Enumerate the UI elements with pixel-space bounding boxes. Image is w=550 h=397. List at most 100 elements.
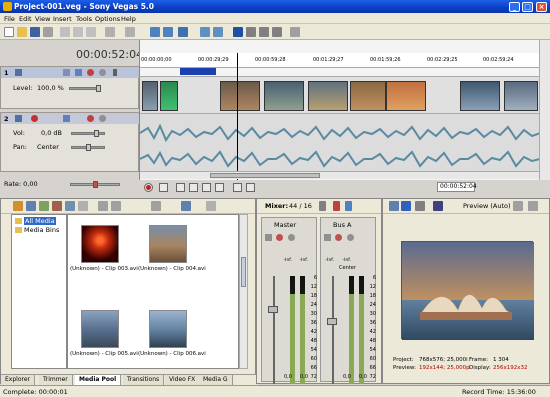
record-button[interactable] bbox=[144, 183, 153, 192]
bus-a-solo-icon[interactable] bbox=[347, 234, 354, 241]
properties-icon[interactable] bbox=[43, 27, 53, 37]
copy-snapshot-icon[interactable] bbox=[528, 201, 538, 211]
split-screen-icon[interactable] bbox=[433, 201, 443, 211]
video-event-clip[interactable] bbox=[504, 81, 538, 111]
video-event-clip[interactable] bbox=[386, 81, 426, 111]
menu-file[interactable]: File bbox=[4, 15, 15, 23]
normal-edit-tool-icon[interactable] bbox=[233, 27, 243, 37]
audio-mute-icon[interactable] bbox=[87, 115, 94, 122]
audio-solo-icon[interactable] bbox=[99, 115, 106, 122]
bus-a-fx-icon[interactable] bbox=[324, 234, 331, 241]
video-fx-icon[interactable] bbox=[415, 201, 425, 211]
media-pool-scroll-thumb[interactable] bbox=[241, 257, 246, 287]
time-ruler[interactable]: 00:00:00;00 00:00:29;29 00:00:59;28 00:0… bbox=[140, 53, 540, 68]
menu-insert[interactable]: Insert bbox=[53, 15, 72, 23]
master-fader-knob[interactable] bbox=[268, 306, 278, 313]
playhead-cursor[interactable] bbox=[237, 53, 238, 180]
pan-slider-knob[interactable] bbox=[86, 144, 91, 151]
render-icon[interactable] bbox=[150, 27, 160, 37]
save-icon[interactable] bbox=[30, 27, 40, 37]
bus-a-fader-knob[interactable] bbox=[327, 318, 337, 325]
paste-icon[interactable] bbox=[86, 27, 96, 37]
master-fx-icon[interactable] bbox=[265, 234, 272, 241]
pan-value[interactable]: Center bbox=[37, 143, 59, 151]
vol-slider-knob[interactable] bbox=[94, 130, 99, 137]
video-event-clip[interactable] bbox=[308, 81, 348, 111]
search-icon[interactable] bbox=[78, 201, 88, 211]
bus-a-mute-icon[interactable] bbox=[335, 234, 342, 241]
lock-envelopes-icon[interactable] bbox=[200, 27, 210, 37]
snapping-icon[interactable] bbox=[163, 27, 173, 37]
video-event-clip[interactable] bbox=[350, 81, 386, 111]
preview-quality-dropdown[interactable]: Preview (Auto) bbox=[463, 202, 511, 210]
zoom-tool-icon[interactable] bbox=[272, 27, 282, 37]
menu-options[interactable]: Options bbox=[95, 15, 120, 23]
go-to-start-button[interactable] bbox=[233, 183, 242, 192]
timeline-hscrollbar[interactable] bbox=[140, 171, 540, 179]
external-monitor-icon[interactable] bbox=[401, 201, 411, 211]
audio-track-header[interactable]: 2 Vol: 0,0 dB Pan: Center bbox=[0, 112, 140, 172]
video-track-lane[interactable] bbox=[140, 76, 540, 114]
mixer-options-icon[interactable] bbox=[319, 201, 326, 211]
expand-icon[interactable] bbox=[113, 69, 117, 76]
redo-icon[interactable] bbox=[125, 27, 135, 37]
video-event-clip[interactable] bbox=[142, 81, 158, 111]
mute-icon[interactable] bbox=[87, 69, 94, 76]
audio-track-lane[interactable] bbox=[140, 114, 540, 176]
views-icon[interactable] bbox=[181, 201, 191, 211]
rate-slider-knob[interactable] bbox=[93, 181, 98, 188]
tree-item-media-bins[interactable]: Media Bins bbox=[24, 226, 59, 234]
menu-tools[interactable]: Tools bbox=[76, 15, 92, 23]
bus-a-pan[interactable]: Center bbox=[339, 265, 356, 271]
video-event-clip[interactable] bbox=[160, 81, 178, 111]
video-track-header[interactable]: 1 Level: 100,0 % bbox=[0, 66, 140, 109]
new-icon[interactable] bbox=[4, 27, 14, 37]
preview-stop-icon[interactable] bbox=[98, 201, 108, 211]
fx-icon[interactable] bbox=[75, 69, 82, 76]
envelope-tool-icon[interactable] bbox=[246, 27, 256, 37]
go-to-end-button[interactable] bbox=[246, 183, 255, 192]
pan-slider[interactable] bbox=[71, 144, 105, 151]
get-media-icon[interactable] bbox=[39, 201, 49, 211]
auto-ripple-icon[interactable] bbox=[178, 27, 188, 37]
whats-this-icon[interactable] bbox=[290, 27, 300, 37]
overlays-icon[interactable] bbox=[513, 201, 523, 211]
rate-slider[interactable] bbox=[70, 181, 120, 188]
maximize-button[interactable]: □ bbox=[522, 1, 533, 12]
media-clip[interactable]: (Unknown) - Clip 006.avi bbox=[138, 310, 206, 357]
video-event-clip[interactable] bbox=[220, 81, 260, 111]
media-clip[interactable]: (Unknown) - Clip 003.avi bbox=[70, 225, 138, 272]
video-event-clip[interactable] bbox=[460, 81, 500, 111]
selection-tool-icon[interactable] bbox=[259, 27, 269, 37]
preview-play-icon[interactable] bbox=[111, 201, 121, 211]
hscroll-thumb[interactable] bbox=[210, 173, 320, 178]
open-icon[interactable] bbox=[17, 27, 27, 37]
marker-region[interactable] bbox=[180, 68, 216, 75]
master-mute-icon[interactable] bbox=[276, 234, 283, 241]
tree-item-all-media[interactable]: All Media bbox=[24, 217, 56, 225]
media-clip[interactable]: (Unknown) - Clip 004.avi bbox=[138, 225, 206, 272]
stop-button[interactable] bbox=[215, 183, 224, 192]
downmix-icon[interactable] bbox=[333, 201, 340, 211]
master-fader-track[interactable] bbox=[273, 276, 275, 384]
timeline-area[interactable]: 00:00:00;00 00:00:29;29 00:00:59;28 00:0… bbox=[139, 40, 540, 180]
undo-icon[interactable] bbox=[105, 27, 115, 37]
cut-icon[interactable] bbox=[60, 27, 70, 37]
vol-slider[interactable] bbox=[71, 130, 105, 137]
copy-icon[interactable] bbox=[73, 27, 83, 37]
solo-icon[interactable] bbox=[99, 69, 106, 76]
help-icon[interactable] bbox=[206, 201, 216, 211]
master-solo-icon[interactable] bbox=[288, 234, 295, 241]
auto-preview-icon[interactable] bbox=[151, 201, 161, 211]
menu-help[interactable]: Help bbox=[121, 15, 136, 23]
remove-media-icon[interactable] bbox=[52, 201, 62, 211]
play-button[interactable] bbox=[189, 183, 198, 192]
menu-edit[interactable]: Edit bbox=[19, 15, 32, 23]
timeline-vscrollbar[interactable] bbox=[539, 40, 550, 180]
minimize-button[interactable]: _ bbox=[509, 1, 520, 12]
pause-button[interactable] bbox=[202, 183, 211, 192]
video-event-clip[interactable] bbox=[264, 81, 304, 111]
bus-a-fader-track[interactable] bbox=[332, 276, 334, 384]
menu-view[interactable]: View bbox=[35, 15, 50, 23]
loop-playback-button[interactable] bbox=[159, 183, 168, 192]
